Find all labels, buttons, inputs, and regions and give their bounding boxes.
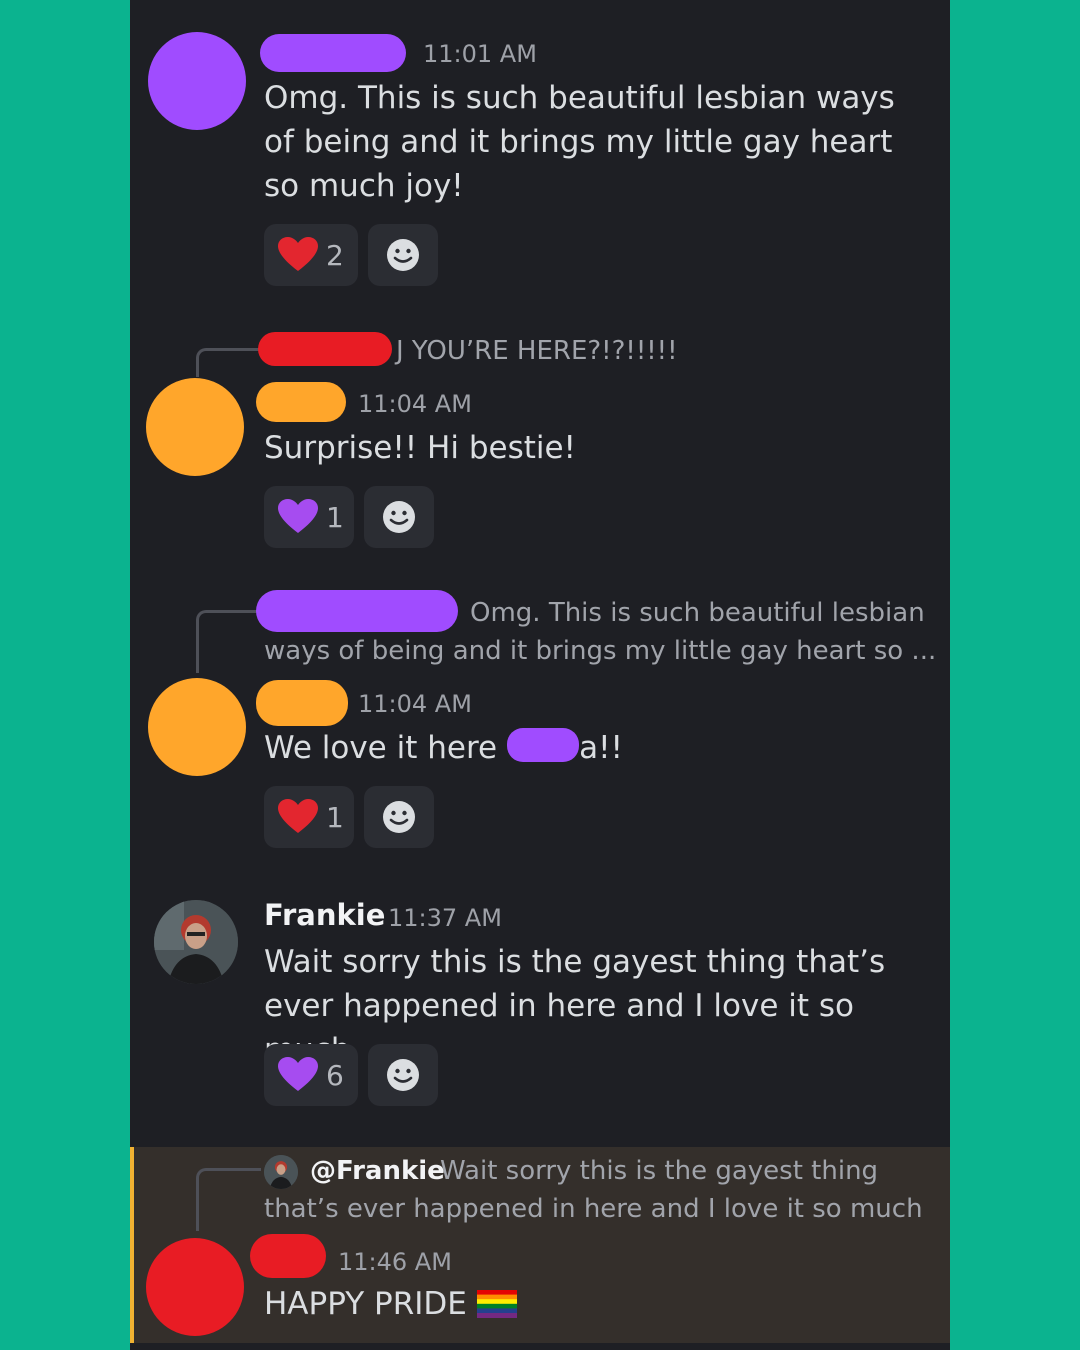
user-avatar-redacted[interactable] xyxy=(146,378,244,476)
rainbow-flag-icon xyxy=(476,1290,517,1318)
username-redacted[interactable] xyxy=(250,1234,326,1278)
user-avatar-redacted[interactable] xyxy=(148,678,246,776)
reaction-count: 2 xyxy=(326,238,344,272)
reply-snippet-continued[interactable]: ways of being and it brings my little ga… xyxy=(264,632,936,670)
reply-connector xyxy=(196,610,261,673)
message-text-part: We love it here xyxy=(264,730,498,766)
red-heart-icon xyxy=(278,237,318,271)
frankie-avatar[interactable] xyxy=(154,900,238,984)
reaction-purple-heart[interactable]: 6 xyxy=(264,1044,358,1106)
reply-snippet[interactable]: Wait sorry this is the gayest thing xyxy=(440,1152,878,1190)
message-timestamp: 11:04 AM xyxy=(358,390,472,418)
user-avatar-redacted[interactable] xyxy=(148,32,246,130)
message-text-part: a!! xyxy=(579,730,623,766)
username-redacted[interactable] xyxy=(256,680,348,726)
reaction-red-heart[interactable]: 2 xyxy=(264,224,358,286)
message-text: We love it here a!! xyxy=(264,726,623,770)
reply-snippet-continued[interactable]: that’s ever happened in here and I love … xyxy=(264,1190,923,1228)
message-timestamp: 11:04 AM xyxy=(358,690,472,718)
chat-panel: 11:01 AM Omg. This is such beautiful les… xyxy=(130,0,950,1350)
smiley-icon xyxy=(383,501,415,533)
reaction-count: 6 xyxy=(326,1058,344,1092)
message-text: HAPPY PRIDE xyxy=(264,1282,517,1326)
reply-snippet[interactable]: J YOU’RE HERE?!?!!!!! xyxy=(396,332,678,370)
add-reaction-button[interactable] xyxy=(368,1044,438,1106)
message-text: Omg. This is such beautiful lesbian ways… xyxy=(264,80,895,204)
username-redacted[interactable] xyxy=(260,34,406,72)
red-heart-icon xyxy=(278,799,318,833)
reaction-count: 1 xyxy=(326,800,344,834)
reply-username-redacted[interactable] xyxy=(258,332,392,366)
reaction-count: 1 xyxy=(326,500,344,534)
reaction-red-heart[interactable]: 1 xyxy=(264,786,354,848)
add-reaction-button[interactable] xyxy=(364,486,434,548)
smiley-icon xyxy=(383,801,415,833)
profile-photo-icon xyxy=(264,1155,298,1189)
profile-photo-icon xyxy=(154,900,238,984)
frankie-reply-avatar[interactable] xyxy=(264,1155,298,1189)
user-avatar-redacted[interactable] xyxy=(146,1238,244,1336)
message-text-part: HAPPY PRIDE xyxy=(264,1286,467,1322)
reaction-purple-heart[interactable]: 1 xyxy=(264,486,354,548)
message-timestamp: 11:37 AM xyxy=(388,904,502,932)
smiley-icon xyxy=(387,239,419,271)
reply-username-redacted[interactable] xyxy=(256,590,458,632)
purple-heart-icon xyxy=(278,499,318,533)
smiley-icon xyxy=(387,1059,419,1091)
reply-connector xyxy=(196,1168,261,1231)
purple-heart-icon xyxy=(278,1057,318,1091)
message-text: Surprise!! Hi bestie! xyxy=(264,430,576,466)
add-reaction-button[interactable] xyxy=(368,224,438,286)
message-text: Wait sorry this is the gayest thing that… xyxy=(264,944,886,1068)
reply-connector xyxy=(196,348,261,377)
message-timestamp: 11:46 AM xyxy=(338,1248,452,1276)
reply-snippet[interactable]: Omg. This is such beautiful lesbian xyxy=(470,594,925,632)
add-reaction-button[interactable] xyxy=(364,786,434,848)
username-frankie[interactable]: Frankie xyxy=(264,898,385,932)
username-redacted[interactable] xyxy=(256,382,346,422)
mention-redacted[interactable] xyxy=(507,728,580,762)
reply-mention[interactable]: @Frankie xyxy=(310,1152,445,1190)
message-timestamp: 11:01 AM xyxy=(423,40,537,68)
